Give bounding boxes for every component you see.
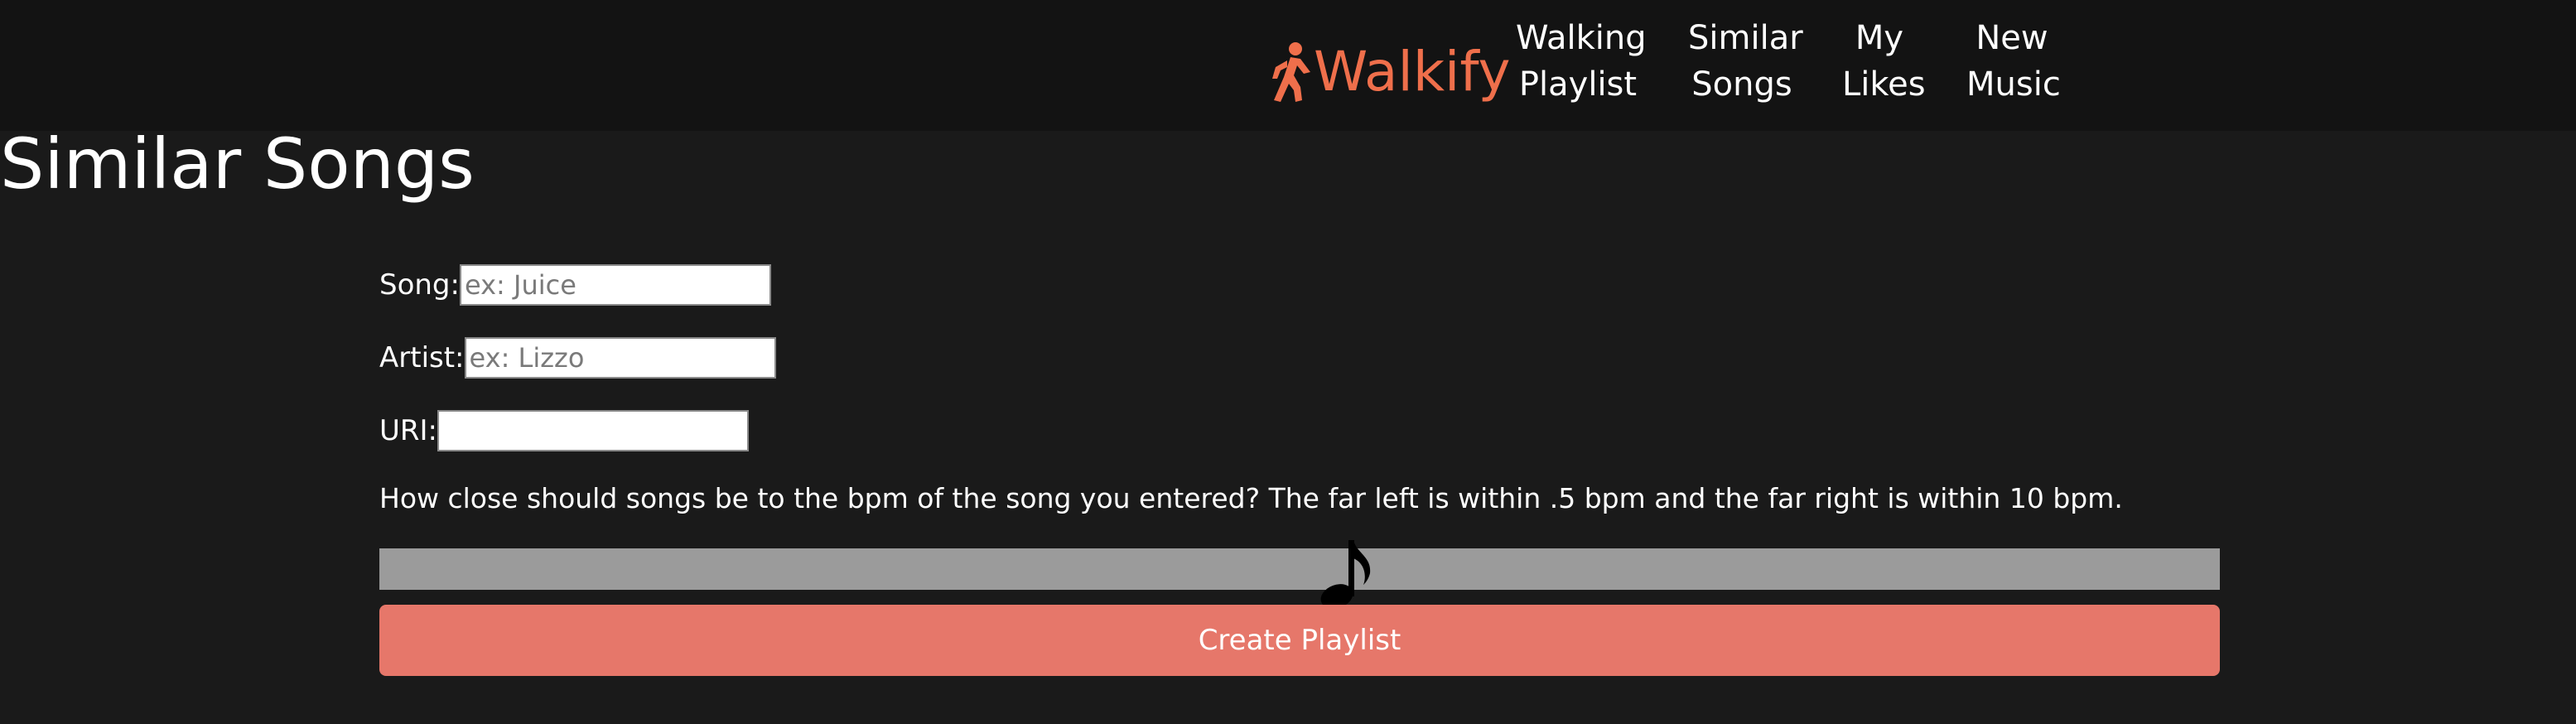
nav-label: Music — [1966, 65, 2061, 104]
nav-label: Songs — [1691, 65, 1792, 104]
brand-name: Walkify — [1314, 40, 1511, 104]
page-title: Similar Songs — [0, 123, 475, 205]
nav-label: Likes — [1842, 65, 1926, 104]
nav-label: Similar — [1688, 19, 1803, 57]
nav-similar-songs[interactable]: Similar Songs — [1688, 15, 1803, 108]
song-input[interactable] — [459, 264, 771, 306]
nav-label: New — [1975, 19, 2048, 57]
nav-new-music[interactable]: New Music — [1966, 15, 2061, 108]
nav-label: My — [1855, 19, 1904, 57]
nav-walking-playlist[interactable]: Walking Playlist — [1516, 15, 1647, 108]
uri-input[interactable] — [437, 410, 749, 451]
artist-label: Artist: — [379, 341, 465, 374]
nav-label: Playlist — [1518, 65, 1638, 104]
bpm-question-text: How close should songs be to the bpm of … — [379, 482, 2123, 514]
music-note-icon[interactable] — [1317, 537, 1375, 608]
song-label: Song: — [379, 268, 460, 302]
navbar: Walkify Walking Playlist Similar Songs M… — [0, 0, 2576, 131]
song-field-row: Song: — [379, 262, 771, 308]
uri-label: URI: — [379, 414, 437, 447]
walking-person-icon — [1272, 42, 1310, 102]
nav-my-likes[interactable]: My Likes — [1842, 15, 1926, 108]
brand-logo[interactable]: Walkify — [1267, 35, 1511, 109]
nav-label: Walking — [1516, 19, 1647, 57]
bpm-slider-track[interactable] — [379, 548, 2220, 590]
artist-field-row: Artist: — [379, 335, 776, 381]
uri-field-row: URI: — [379, 408, 749, 454]
artist-input[interactable] — [464, 337, 776, 379]
create-playlist-button[interactable]: Create Playlist — [379, 605, 2220, 676]
